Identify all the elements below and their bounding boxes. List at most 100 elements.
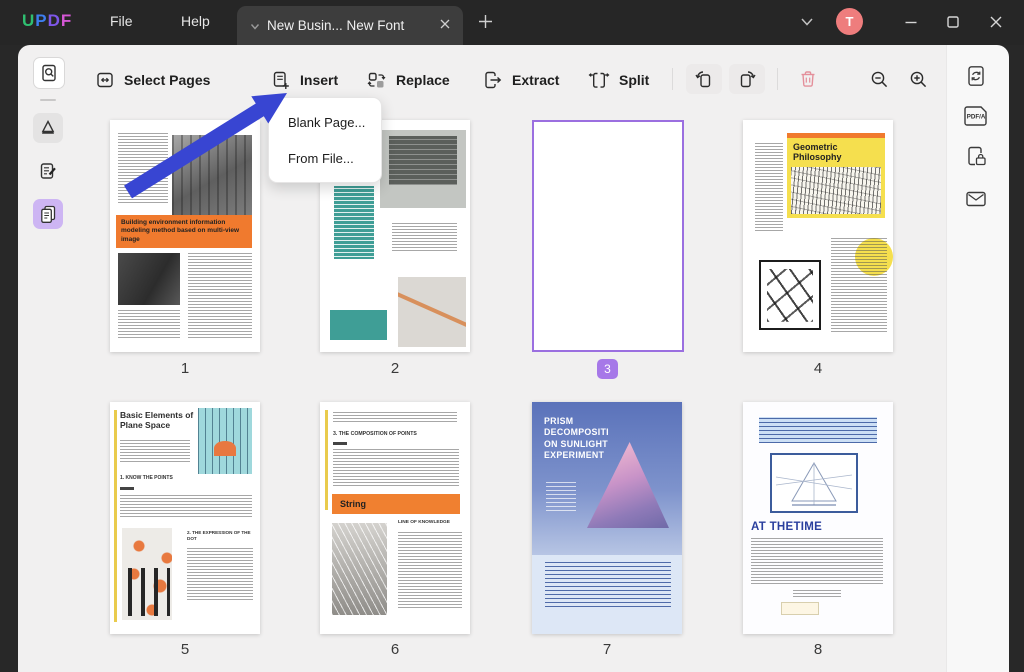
page4-text-column [831, 238, 887, 334]
extract-button[interactable]: Extract [482, 66, 559, 94]
rotate-left-button[interactable] [686, 64, 722, 94]
replace-page-icon [367, 72, 386, 87]
toolbar-divider [672, 68, 673, 90]
page1-photo-machinery [172, 135, 252, 215]
rotate-right-icon [740, 71, 756, 88]
page8-diagram [770, 453, 858, 513]
page-number-5: 5 [180, 641, 190, 658]
titlebar: UPDF File Help New Busin... New Font T [0, 0, 1024, 45]
delete-page-button[interactable] [790, 64, 826, 94]
page4-framed-art [759, 260, 821, 330]
page2-photo-monitor [380, 130, 466, 208]
rotate-left-icon [695, 71, 711, 88]
page6-text-block [398, 532, 462, 610]
page5-bars [128, 568, 170, 616]
page1-photo-person [118, 253, 180, 305]
menu-item-blank-page[interactable]: Blank Page... [269, 104, 381, 140]
document-tab[interactable]: New Busin... New Font [237, 6, 463, 45]
page5-orange-orb [214, 441, 236, 456]
titlebar-chevron-icon[interactable] [800, 17, 814, 27]
page-thumbnail-5[interactable]: Basic Elements of Plane Space 1. KNOW TH… [110, 402, 260, 634]
page5-text-block [120, 440, 190, 464]
page5-teal-image [198, 408, 252, 474]
zoom-out-button[interactable] [861, 64, 897, 94]
updf-logo: UPDF [22, 11, 72, 31]
page-lock-button[interactable] [963, 143, 989, 174]
new-tab-button[interactable] [477, 13, 494, 30]
insert-label: Insert [300, 72, 339, 88]
sidebar-item-markup[interactable] [33, 113, 63, 143]
logo-letter: D [47, 11, 61, 30]
page1-orange-banner: Building environment information modelin… [116, 215, 252, 248]
page5-yellow-strip [114, 410, 117, 622]
tab-chevron-icon[interactable] [250, 23, 260, 31]
replace-button[interactable]: Replace [366, 66, 450, 94]
page5-heading-rule [120, 487, 134, 490]
page-thumbnail-1[interactable]: Building environment information modelin… [110, 120, 260, 352]
page5-text-block [120, 495, 252, 519]
toolbar-divider [777, 68, 778, 90]
mail-button[interactable] [963, 188, 989, 215]
page-number-2: 2 [390, 360, 400, 377]
minimize-button[interactable] [903, 14, 919, 30]
page-thumbnail-4[interactable]: Geometric Philosophy [743, 120, 893, 352]
extract-label: Extract [512, 72, 560, 88]
tab-close-icon[interactable] [439, 18, 451, 30]
page4-wavy-art [791, 167, 881, 214]
zoom-out-icon [871, 71, 887, 87]
insert-button[interactable]: Insert [270, 66, 338, 94]
split-label: Split [619, 72, 650, 88]
page-number-7: 7 [602, 641, 612, 658]
sidebar-item-edit[interactable] [33, 156, 63, 186]
pdfa-button[interactable]: PDF/A [961, 103, 991, 134]
page-refresh-icon [968, 66, 984, 86]
pdfa-icon: PDF/A [964, 106, 987, 126]
page1-text-block [118, 310, 180, 338]
sidebar-item-search[interactable] [33, 57, 65, 89]
page6-text-block [333, 412, 457, 422]
page-thumbnail-6[interactable]: 3. THE COMPOSITION OF POINTS String LINE… [320, 402, 470, 634]
menu-help[interactable]: Help [181, 13, 210, 29]
page5-heading-2: 2. THE EXPRESSION OF THE DOT [187, 530, 251, 542]
page-number-8: 8 [813, 641, 823, 658]
right-sidebar [946, 45, 1009, 672]
page-number-4: 4 [813, 360, 823, 377]
page2-photo-pencil [398, 277, 466, 347]
page7-text-block [545, 562, 671, 608]
logo-letter: F [60, 11, 73, 30]
split-button[interactable]: Split [588, 66, 649, 94]
page5-heading-1: 1. KNOW THE POINTS [120, 475, 173, 481]
insert-dropdown-menu: Blank Page... From File... [268, 97, 382, 183]
avatar-initial: T [845, 14, 854, 29]
organize-pages-icon [41, 205, 56, 223]
page2-teal-text-block [328, 180, 380, 265]
page-thumbnail-3-selected[interactable] [532, 120, 684, 352]
split-page-icon [588, 72, 610, 88]
page1-text-column [118, 133, 168, 203]
menu-file[interactable]: File [110, 13, 133, 29]
insert-page-icon [273, 71, 289, 89]
page-lock-icon [968, 146, 986, 166]
page4-title: Geometric Philosophy [793, 142, 842, 163]
page2-pencil-line [398, 291, 466, 331]
account-avatar[interactable]: T [836, 8, 863, 35]
close-button[interactable] [988, 14, 1004, 30]
trash-icon [801, 71, 815, 87]
zoom-in-button[interactable] [900, 64, 936, 94]
maximize-button[interactable] [945, 14, 961, 30]
sidebar-divider [40, 99, 56, 101]
sidebar-item-organize-pages[interactable] [33, 199, 63, 229]
page2-teal-rect [330, 310, 387, 340]
page6-photo-strings [332, 523, 387, 615]
rotate-right-button[interactable] [729, 64, 765, 94]
select-pages-label: Select Pages [124, 72, 211, 88]
page2-monitor-screen [388, 136, 458, 185]
page7-caption-lines [546, 482, 576, 514]
logo-letter: U [22, 11, 36, 30]
select-pages-button[interactable]: Select Pages [95, 66, 210, 94]
page-thumbnail-7[interactable]: PRISM DECOMPOSITI ON SUNLIGHT EXPERIMENT [532, 402, 682, 634]
page8-prism-diagram [775, 462, 853, 506]
menu-item-from-file[interactable]: From File... [269, 140, 381, 176]
page-thumbnail-8[interactable]: AT THETIME [743, 402, 893, 634]
page-refresh-button[interactable] [964, 64, 988, 93]
